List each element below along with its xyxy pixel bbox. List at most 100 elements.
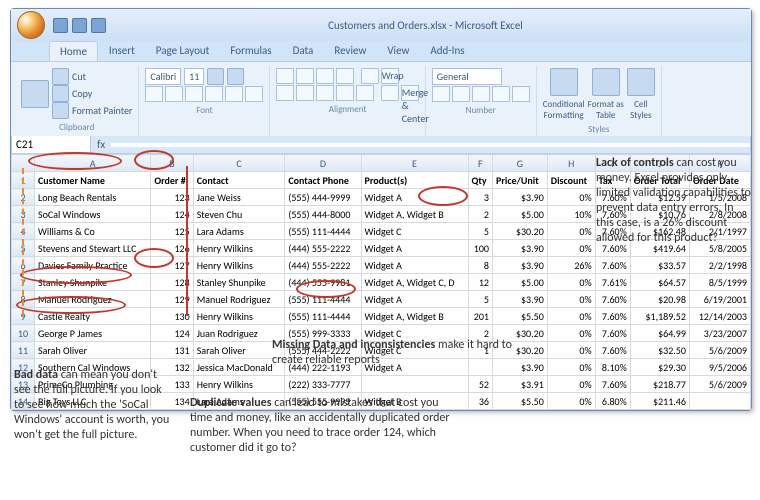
cell[interactable]: 6/19/2001 <box>689 291 750 308</box>
cell[interactable]: 0% <box>547 240 595 257</box>
cell[interactable]: 36 <box>468 393 493 410</box>
cell[interactable]: $5.00 <box>493 274 548 291</box>
cell[interactable]: Henry Wilkins <box>193 376 285 393</box>
header-cell[interactable]: Contact <box>193 172 285 189</box>
cell[interactable]: George P James <box>35 325 151 342</box>
cell[interactable]: 7.60% <box>595 325 630 342</box>
tab-review[interactable]: Review <box>324 41 376 61</box>
tab-add-ins[interactable]: Add-Ins <box>420 41 474 61</box>
cell[interactable]: 0% <box>547 325 595 342</box>
cell[interactable]: 100 <box>468 240 493 257</box>
save-icon[interactable] <box>53 18 68 33</box>
row-header[interactable]: 8 <box>12 291 35 308</box>
cell[interactable]: (444) 555-9981 <box>285 274 361 291</box>
row-header[interactable]: 9 <box>12 308 35 325</box>
cell[interactable]: Castle Realty <box>35 308 151 325</box>
copy-icon[interactable] <box>52 85 69 102</box>
column-header[interactable]: F <box>468 155 493 172</box>
cell[interactable]: 12/14/2003 <box>689 308 750 325</box>
row-header[interactable]: 7 <box>12 274 35 291</box>
name-box[interactable]: C21 <box>12 136 91 153</box>
decrease-decimal-icon[interactable] <box>512 86 530 102</box>
column-header[interactable]: H <box>547 155 595 172</box>
cell[interactable]: 8.10% <box>595 359 630 376</box>
cell[interactable]: 26% <box>547 257 595 274</box>
cell[interactable]: 5 <box>468 223 493 240</box>
italic-icon[interactable] <box>165 86 183 102</box>
align-right-icon[interactable] <box>316 85 334 101</box>
cell[interactable]: 129 <box>151 291 193 308</box>
cell[interactable]: 7.60% <box>595 291 630 308</box>
align-top-icon[interactable] <box>276 68 294 84</box>
cell[interactable]: Widget A, Widget C, D <box>361 274 468 291</box>
cell[interactable]: $211.46 <box>630 393 689 410</box>
cell[interactable]: Steven Chu <box>193 206 285 223</box>
cell[interactable]: $5.00 <box>493 206 548 223</box>
cell[interactable]: 0% <box>547 308 595 325</box>
cell[interactable]: (444) 555-2222 <box>285 257 361 274</box>
format-painter-icon[interactable] <box>52 102 69 119</box>
cell[interactable]: $30.20 <box>493 223 548 240</box>
column-header[interactable]: D <box>285 155 361 172</box>
cell[interactable]: Stevens and Stewart LLC <box>35 240 151 257</box>
cell[interactable]: $32.50 <box>630 342 689 359</box>
cell[interactable]: (555) 111-4444 <box>285 291 361 308</box>
cell[interactable]: 3 <box>468 189 493 206</box>
cell[interactable]: 127 <box>151 257 193 274</box>
percent-icon[interactable] <box>452 86 470 102</box>
cell[interactable]: Williams & Co <box>35 223 151 240</box>
tab-formulas[interactable]: Formulas <box>220 41 281 61</box>
cell[interactable]: 0% <box>547 393 595 410</box>
border-icon[interactable] <box>205 86 223 102</box>
cell[interactable]: $3.90 <box>493 189 548 206</box>
cell[interactable]: Widget A <box>361 257 468 274</box>
cell[interactable]: 8 <box>468 257 493 274</box>
cell[interactable]: 0% <box>547 342 595 359</box>
indent-left-icon[interactable] <box>336 85 354 101</box>
cell[interactable]: 5 <box>468 291 493 308</box>
header-cell[interactable]: Qty <box>468 172 493 189</box>
cell[interactable]: Widget A <box>361 189 468 206</box>
row-header[interactable]: 4 <box>12 223 35 240</box>
cell[interactable]: Manuel Rodriguez <box>35 291 151 308</box>
cell[interactable]: 7.60% <box>595 257 630 274</box>
cell[interactable]: 52 <box>468 376 493 393</box>
column-header[interactable]: A <box>35 155 151 172</box>
cell[interactable]: 2 <box>468 206 493 223</box>
cell[interactable]: 7.60% <box>595 308 630 325</box>
cell[interactable]: Jane Weiss <box>193 189 285 206</box>
tab-home[interactable]: Home <box>49 41 98 61</box>
row-header[interactable]: 2 <box>12 189 35 206</box>
cell[interactable]: Davies Family Practice <box>35 257 151 274</box>
cell[interactable]: 125 <box>151 223 193 240</box>
cell[interactable]: Manuel Rodriguez <box>193 291 285 308</box>
cell[interactable]: 8/5/1999 <box>689 274 750 291</box>
cell[interactable]: 12 <box>468 274 493 291</box>
header-cell[interactable]: Order # <box>151 172 193 189</box>
cell[interactable]: 128 <box>151 274 193 291</box>
tab-view[interactable]: View <box>377 41 419 61</box>
row-header[interactable]: 3 <box>12 206 35 223</box>
cell[interactable]: Stanley Shunpike <box>193 274 285 291</box>
font-name-select[interactable]: Calibri <box>145 68 181 85</box>
header-cell[interactable]: Product(s) <box>361 172 468 189</box>
fill-color-icon[interactable] <box>225 86 243 102</box>
column-header[interactable]: B <box>151 155 193 172</box>
undo-icon[interactable] <box>72 18 87 33</box>
cell[interactable]: (555) 111-4444 <box>285 223 361 240</box>
cell[interactable]: (222) 333-7777 <box>285 376 361 393</box>
cell[interactable]: $5.50 <box>493 308 548 325</box>
cell[interactable]: (555) 444-9999 <box>285 189 361 206</box>
cell[interactable]: (555) 111-4444 <box>285 308 361 325</box>
header-cell[interactable]: Price/Unit <box>493 172 548 189</box>
cell[interactable]: 124 <box>151 325 193 342</box>
increase-font-icon[interactable] <box>207 68 224 85</box>
indent-right-icon[interactable] <box>356 85 374 101</box>
cell[interactable]: 6.80% <box>595 393 630 410</box>
align-left-icon[interactable] <box>276 85 294 101</box>
cell[interactable]: Sarah Oliver <box>35 342 151 359</box>
align-center-icon[interactable] <box>296 85 314 101</box>
cell[interactable] <box>361 376 468 393</box>
column-header[interactable]: E <box>361 155 468 172</box>
cell[interactable]: 5/6/2009 <box>689 342 750 359</box>
